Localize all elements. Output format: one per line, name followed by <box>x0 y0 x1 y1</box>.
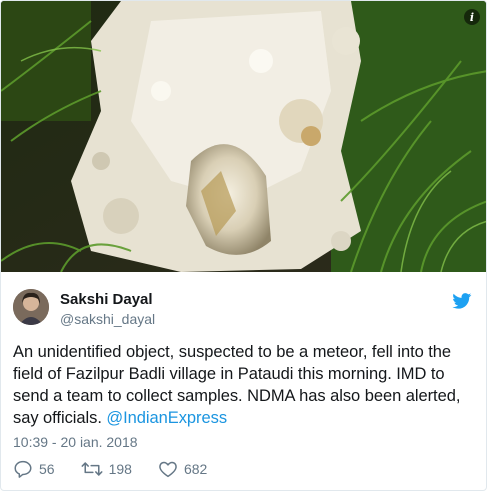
tweet-actions: 56 198 682 <box>13 458 233 480</box>
tweet-body: An unidentified object, suspected to be … <box>13 343 461 427</box>
twitter-bird-icon[interactable] <box>452 293 472 309</box>
retweet-icon <box>81 462 103 476</box>
info-icon[interactable]: i <box>464 9 480 25</box>
author-handle[interactable]: @sakshi_dayal <box>60 311 155 327</box>
retweet-button[interactable]: 198 <box>81 460 132 478</box>
tweet-text: An unidentified object, suspected to be … <box>13 341 478 429</box>
tweet-photo[interactable]: i <box>1 1 486 272</box>
meteor-debris-image <box>1 1 486 272</box>
tweet-timestamp[interactable]: 10:39 - 20 ian. 2018 <box>13 434 138 450</box>
reply-count: 56 <box>39 461 55 477</box>
author-name[interactable]: Sakshi Dayal <box>60 291 153 308</box>
retweet-count: 198 <box>108 461 132 477</box>
like-button[interactable]: 682 <box>158 460 207 478</box>
tweet-card: i Sakshi Dayal @sakshi_dayal An unidenti… <box>0 0 487 491</box>
like-count: 682 <box>183 461 208 477</box>
avatar[interactable] <box>13 289 49 325</box>
tweet-header: Sakshi Dayal @sakshi_dayal <box>13 287 476 331</box>
reply-button[interactable]: 56 <box>13 460 55 478</box>
mention-link[interactable]: @IndianExpress <box>106 409 227 427</box>
heart-icon <box>159 461 177 478</box>
reply-icon <box>14 460 32 478</box>
